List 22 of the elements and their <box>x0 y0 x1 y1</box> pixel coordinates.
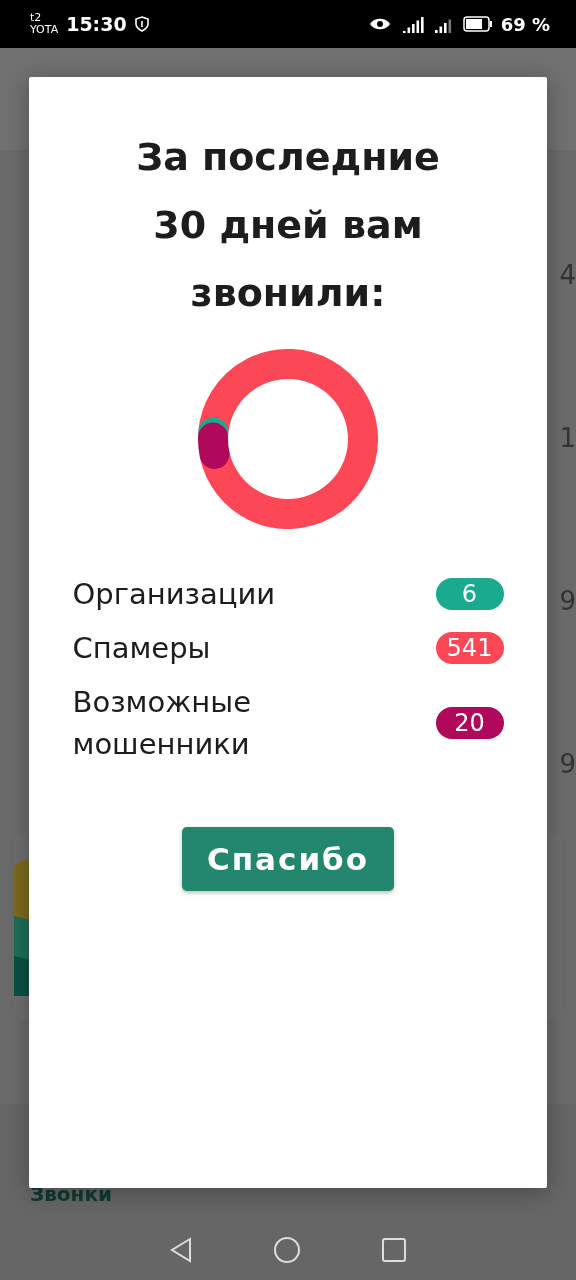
recents-icon[interactable] <box>381 1237 407 1263</box>
count-badge: 541 <box>435 632 504 664</box>
thanks-button[interactable]: Спасибо <box>182 827 394 891</box>
back-icon[interactable] <box>169 1237 193 1263</box>
carrier-name: YOTA <box>30 24 59 36</box>
row-value: 1 <box>559 423 576 455</box>
carrier-name: t2 <box>30 12 43 24</box>
category-label: Спамеры <box>72 630 211 667</box>
count-badge: 6 <box>435 578 504 610</box>
category-label: Возможные мошенники <box>72 684 251 763</box>
battery-percent: 69 % <box>500 13 550 35</box>
row-value: 4 <box>559 260 576 292</box>
dialog-title: За последние 30 дней вам звонили: <box>136 134 440 317</box>
eye-icon <box>368 17 391 31</box>
battery-icon <box>462 16 493 32</box>
home-icon[interactable] <box>273 1236 301 1264</box>
row-value: 9 <box>559 749 576 781</box>
count-badge: 20 <box>435 707 504 739</box>
shield-icon <box>134 16 149 32</box>
clock: 15:30 <box>66 13 127 35</box>
row-value: 9 <box>559 586 576 618</box>
category-label: Организации <box>72 576 276 613</box>
